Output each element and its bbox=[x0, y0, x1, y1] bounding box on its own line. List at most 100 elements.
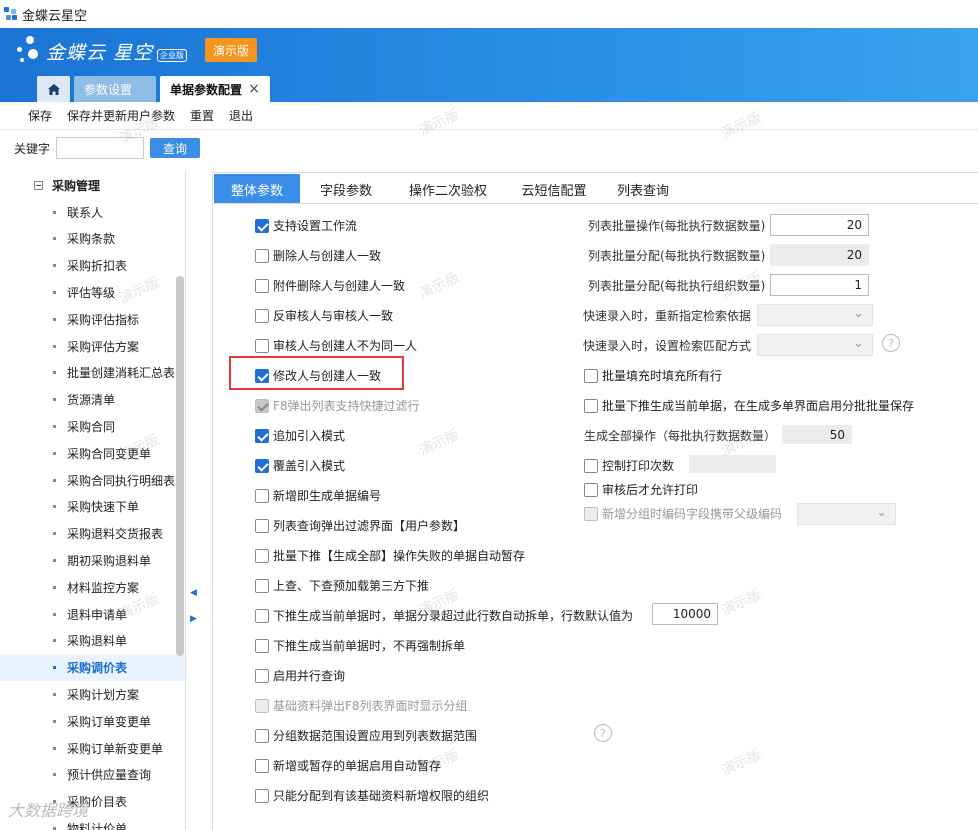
tree-item-label: 批量创建消耗汇总表 bbox=[67, 366, 176, 381]
search-button[interactable]: 查询 bbox=[150, 138, 201, 158]
option-checkbox[interactable]: 支持设置工作流 bbox=[255, 217, 357, 234]
close-icon[interactable]: × bbox=[248, 81, 260, 97]
option-checkbox[interactable]: 追加引入模式 bbox=[255, 427, 345, 444]
tree-item[interactable]: 采购评估指标 bbox=[0, 306, 185, 333]
tree-group-procurement[interactable]: 采购管理 bbox=[0, 172, 185, 199]
tree-item[interactable]: 采购合同 bbox=[0, 413, 185, 440]
tree-item[interactable]: 采购评估方案 bbox=[0, 333, 185, 360]
tab-home[interactable] bbox=[37, 76, 70, 102]
option-checkbox[interactable]: 批量填充时填充所有行 bbox=[584, 367, 722, 384]
option-checkbox[interactable]: 删除人与创建人一致 bbox=[255, 247, 381, 264]
print-count-input[interactable] bbox=[689, 455, 776, 473]
expand-right-icon[interactable]: ▶ bbox=[190, 606, 197, 632]
tab-field-params[interactable]: 字段参数 bbox=[300, 174, 392, 204]
option-checkbox[interactable]: 下推生成当前单据时，单据分录超过此行数自动拆单，行数默认值为 bbox=[255, 607, 633, 624]
tab-parameter-settings[interactable]: 参数设置 bbox=[74, 76, 156, 102]
tree-item-label: 采购评估方案 bbox=[67, 339, 140, 354]
checkbox[interactable] bbox=[255, 278, 269, 293]
tree-item[interactable]: 采购条款 bbox=[0, 226, 185, 253]
checkbox[interactable] bbox=[255, 488, 269, 503]
checkbox[interactable] bbox=[255, 728, 269, 743]
demo-badge[interactable]: 演示版 bbox=[205, 38, 257, 62]
checkbox[interactable] bbox=[255, 578, 269, 593]
quick-entry-basis-select[interactable] bbox=[757, 304, 873, 326]
option-checkbox[interactable]: 修改人与创建人一致 bbox=[255, 367, 381, 384]
save-button[interactable]: 保存 bbox=[28, 107, 52, 124]
help-icon[interactable]: ? bbox=[882, 334, 900, 352]
tree-item[interactable]: 采购退料交货报表 bbox=[0, 520, 185, 547]
option-checkbox[interactable]: 批量下推【生成全部】操作失败的单据自动暂存 bbox=[255, 547, 525, 564]
checkbox[interactable] bbox=[255, 338, 269, 353]
tab-cloud-sms[interactable]: 云短信配置 bbox=[504, 174, 604, 204]
option-checkbox[interactable]: 新增或暂存的单据启用自动暂存 bbox=[255, 757, 441, 774]
tab-list-query[interactable]: 列表查询 bbox=[604, 174, 682, 204]
checkbox[interactable] bbox=[255, 638, 269, 653]
tree-item[interactable]: 材料监控方案 bbox=[0, 574, 185, 601]
collapse-icon[interactable] bbox=[34, 180, 43, 190]
option-checkbox[interactable]: 审核后才允许打印 bbox=[584, 481, 698, 498]
option-checkbox[interactable]: 附件删除人与创建人一致 bbox=[255, 277, 405, 294]
option-checkbox[interactable]: 只能分配到有该基础资料新增权限的组织 bbox=[255, 787, 489, 804]
checkbox[interactable] bbox=[255, 788, 269, 803]
checkbox[interactable] bbox=[584, 458, 598, 473]
tab-label: 单据参数配置 bbox=[170, 82, 243, 97]
checkbox[interactable] bbox=[584, 398, 598, 413]
checkbox[interactable] bbox=[255, 368, 269, 383]
tree-item[interactable]: 货源清单 bbox=[0, 386, 185, 413]
option-checkbox[interactable]: 覆盖引入模式 bbox=[255, 457, 345, 474]
option-checkbox[interactable]: 分组数据范围设置应用到列表数据范围 bbox=[255, 727, 477, 744]
tree-item[interactable]: 评估等级 bbox=[0, 279, 185, 306]
reset-button[interactable]: 重置 bbox=[190, 107, 214, 124]
tree-item[interactable]: 采购合同执行明细表 bbox=[0, 467, 185, 494]
tree-item[interactable]: 预计供应量查询 bbox=[0, 762, 185, 789]
search-input[interactable] bbox=[56, 137, 145, 159]
tab-document-parameter-config[interactable]: 单据参数配置 × bbox=[160, 76, 270, 102]
option-checkbox[interactable]: 启用并行查询 bbox=[255, 667, 345, 684]
checkbox[interactable] bbox=[584, 482, 598, 497]
option-checkbox[interactable]: 上查、下查预加载第三方下推 bbox=[255, 577, 429, 594]
tree-item[interactable]: 采购折扣表 bbox=[0, 252, 185, 279]
checkbox[interactable] bbox=[255, 428, 269, 443]
checkbox[interactable] bbox=[255, 758, 269, 773]
tree-item[interactable]: 采购合同变更单 bbox=[0, 440, 185, 467]
tree-item[interactable]: 退料申请单 bbox=[0, 601, 185, 628]
option-checkbox[interactable]: 控制打印次数 bbox=[584, 457, 674, 474]
checkbox[interactable] bbox=[255, 668, 269, 683]
save-and-update-button[interactable]: 保存并更新用户参数 bbox=[67, 107, 175, 124]
checkbox[interactable] bbox=[255, 458, 269, 473]
checkbox[interactable] bbox=[255, 608, 269, 623]
tree-item[interactable]: 联系人 bbox=[0, 199, 185, 226]
tree-item[interactable]: 采购计划方案 bbox=[0, 681, 185, 708]
batch-assign-org-input[interactable]: 1 bbox=[770, 274, 869, 296]
tree-item[interactable]: 期初采购退料单 bbox=[0, 547, 185, 574]
checkbox[interactable] bbox=[255, 308, 269, 323]
checkbox[interactable] bbox=[255, 548, 269, 563]
checkbox[interactable] bbox=[255, 248, 269, 263]
tree-item[interactable]: 批量创建消耗汇总表 bbox=[0, 360, 185, 387]
option-checkbox[interactable]: 批量下推生成当前单据，在生成多单界面启用分批批量保存 bbox=[584, 397, 914, 414]
collapse-left-icon[interactable]: ◀ bbox=[190, 580, 197, 606]
option-checkbox[interactable]: 新增即生成单据编号 bbox=[255, 487, 381, 504]
tree-item[interactable]: 采购快速下单 bbox=[0, 494, 185, 521]
option-checkbox[interactable]: 审核人与创建人不为同一人 bbox=[255, 337, 417, 354]
tree-scrollbar[interactable] bbox=[176, 276, 184, 656]
tree-item[interactable]: 采购调价表 bbox=[0, 654, 185, 682]
option-checkbox[interactable]: 反审核人与审核人一致 bbox=[255, 307, 393, 324]
checkbox[interactable] bbox=[255, 218, 269, 233]
tree-item[interactable]: 采购退料单 bbox=[0, 628, 185, 655]
option-checkbox[interactable]: 下推生成当前单据时，不再强制拆单 bbox=[255, 637, 465, 654]
help-icon[interactable]: ? bbox=[594, 724, 612, 742]
tree-item-label: 采购退料交货报表 bbox=[67, 527, 164, 542]
tree-item[interactable]: 采购订单新变更单 bbox=[0, 735, 185, 762]
tree-item[interactable]: 采购订单变更单 bbox=[0, 708, 185, 735]
checkbox[interactable] bbox=[255, 518, 269, 533]
tab-secondary-auth[interactable]: 操作二次验权 bbox=[392, 174, 504, 204]
quick-entry-match-select[interactable] bbox=[757, 334, 873, 356]
batch-op-count-input[interactable]: 20 bbox=[770, 214, 869, 236]
checkbox[interactable] bbox=[584, 368, 598, 383]
tab-overall-params[interactable]: 整体参数 bbox=[214, 174, 300, 204]
sidebar-toggle[interactable]: ◀ ▶ bbox=[190, 580, 197, 632]
option-checkbox[interactable]: 列表查询弹出过滤界面【用户参数】 bbox=[255, 517, 465, 534]
split-rows-input[interactable]: 10000 bbox=[652, 603, 718, 625]
exit-button[interactable]: 退出 bbox=[229, 107, 253, 124]
